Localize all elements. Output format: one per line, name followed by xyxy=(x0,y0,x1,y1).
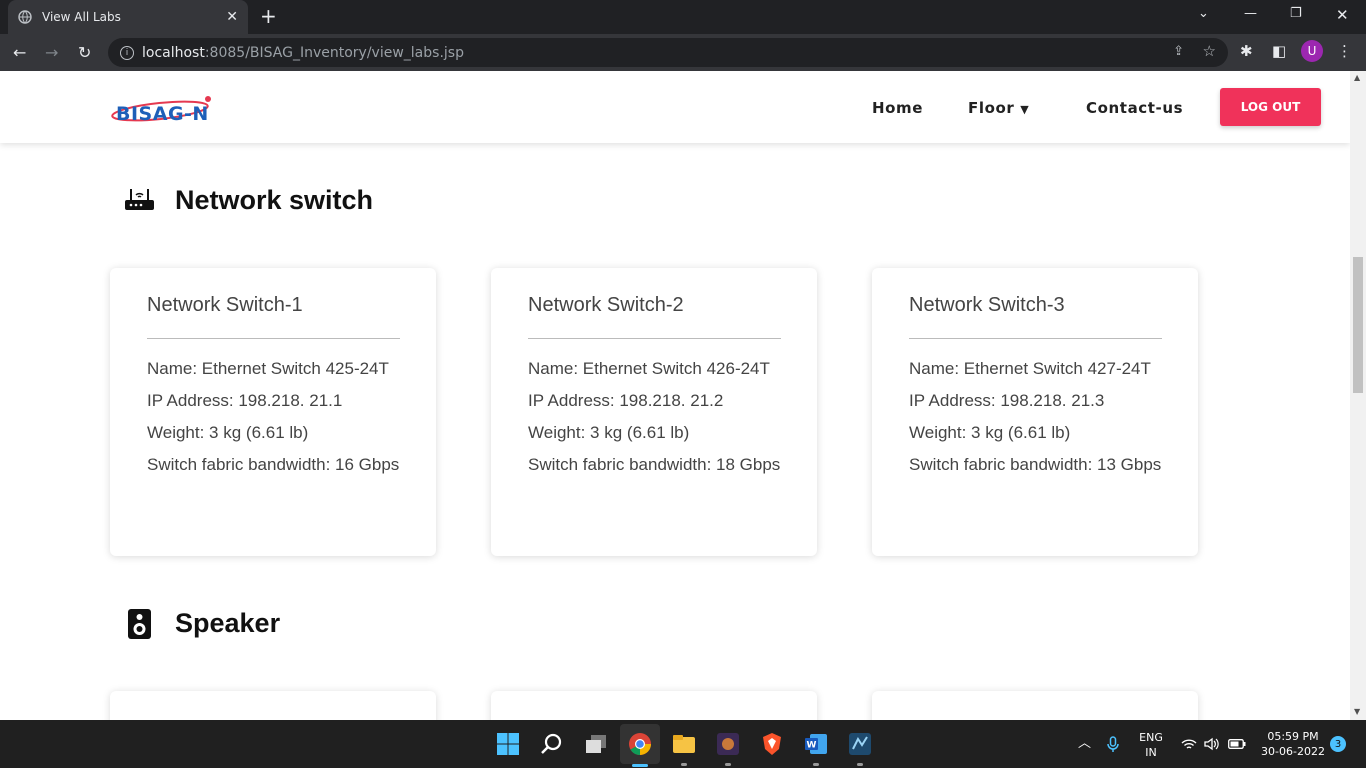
battery-icon[interactable] xyxy=(1228,739,1246,749)
notification-badge[interactable]: 3 xyxy=(1330,736,1346,752)
nav-floor-label: Floor xyxy=(968,99,1015,117)
close-tab-icon[interactable]: ✕ xyxy=(226,9,238,25)
speaker-card-1 xyxy=(110,691,436,720)
windows-taskbar: W ︿ ENG IN 05:59 PM 30-06-2022 3 xyxy=(0,720,1366,768)
card-name: Name: Ethernet Switch 425-24T xyxy=(147,359,389,378)
card-title: Network Switch-2 xyxy=(528,294,684,316)
file-explorer-icon[interactable] xyxy=(672,732,696,756)
nav-home-link[interactable]: Home xyxy=(872,99,923,117)
card-title: Network Switch-3 xyxy=(909,294,1065,316)
search-icon[interactable] xyxy=(540,732,564,756)
network-switch-card-3: Network Switch-3 Name: Ethernet Switch 4… xyxy=(872,268,1198,556)
card-divider xyxy=(909,338,1162,339)
volume-icon[interactable] xyxy=(1204,737,1219,751)
running-indicator xyxy=(857,763,863,766)
back-icon[interactable]: ← xyxy=(13,43,26,62)
reload-icon[interactable]: ↻ xyxy=(78,43,91,62)
clock-time: 05:59 PM xyxy=(1267,730,1319,743)
card-ip: IP Address: 198.218. 21.1 xyxy=(147,391,343,410)
card-ip: IP Address: 198.218. 21.2 xyxy=(528,391,724,410)
url-path: :8085/BISAG_Inventory/view_labs.jsp xyxy=(204,44,464,61)
extensions-icon[interactable]: ✱ xyxy=(1240,42,1253,60)
tab-title: View All Labs xyxy=(42,10,121,24)
card-weight: Weight: 3 kg (6.61 lb) xyxy=(147,423,309,442)
language-code: ENG xyxy=(1139,731,1163,744)
side-panel-icon[interactable]: ◧ xyxy=(1272,42,1286,60)
windows-start-icon[interactable] xyxy=(496,732,520,756)
microphone-icon[interactable] xyxy=(1107,736,1119,753)
maximize-icon[interactable]: ❐ xyxy=(1290,6,1302,21)
network-switch-card-2: Network Switch-2 Name: Ethernet Switch 4… xyxy=(491,268,817,556)
word-icon[interactable]: W xyxy=(804,732,828,756)
speaker-card-3 xyxy=(872,691,1198,720)
running-indicator xyxy=(681,763,687,766)
globe-icon xyxy=(18,10,32,24)
browser-tab[interactable]: View All Labs ✕ xyxy=(8,0,248,34)
card-divider xyxy=(147,338,400,339)
scroll-up-icon[interactable]: ▲ xyxy=(1354,73,1360,82)
running-indicator xyxy=(813,763,819,766)
mysql-workbench-icon[interactable] xyxy=(848,732,872,756)
address-bar-row: ← → ↻ i localhost:8085/BISAG_Inventory/v… xyxy=(0,34,1366,71)
language-region: IN xyxy=(1145,746,1157,759)
card-title: Network Switch-1 xyxy=(147,294,303,316)
menu-kebab-icon[interactable]: ⋮ xyxy=(1337,42,1352,60)
chrome-icon[interactable] xyxy=(628,732,652,756)
game-app-icon[interactable] xyxy=(716,732,740,756)
site-info-icon[interactable]: i xyxy=(120,45,134,60)
clock[interactable]: 05:59 PM 30-06-2022 xyxy=(1258,729,1328,759)
card-bandwidth: Switch fabric bandwidth: 18 Gbps xyxy=(528,455,781,474)
page-viewport: BISAG-N Home Floor ▼ Contact-us LOG OUT … xyxy=(0,71,1350,720)
share-icon[interactable]: ⇪ xyxy=(1173,44,1184,59)
card-weight: Weight: 3 kg (6.61 lb) xyxy=(909,423,1071,442)
speaker-icon xyxy=(128,609,151,639)
network-switch-card-1: Network Switch-1 Name: Ethernet Switch 4… xyxy=(110,268,436,556)
active-indicator xyxy=(632,764,648,767)
caret-down-icon: ▼ xyxy=(1020,103,1030,116)
minimize-icon[interactable]: — xyxy=(1244,6,1257,21)
profile-avatar[interactable]: U xyxy=(1301,40,1323,62)
brave-browser-icon[interactable] xyxy=(760,732,784,756)
bookmark-star-icon[interactable]: ☆ xyxy=(1203,42,1216,60)
bisag-logo[interactable]: BISAG-N xyxy=(110,93,220,127)
forward-icon[interactable]: → xyxy=(45,43,58,62)
tray-chevron-up-icon[interactable]: ︿ xyxy=(1078,736,1091,751)
card-bandwidth: Switch fabric bandwidth: 16 Gbps xyxy=(147,455,400,474)
card-ip: IP Address: 198.218. 21.3 xyxy=(909,391,1105,410)
card-divider xyxy=(528,338,781,339)
site-navbar: BISAG-N Home Floor ▼ Contact-us LOG OUT xyxy=(0,71,1350,143)
section-title-speaker: Speaker xyxy=(175,608,281,638)
url-input[interactable]: i localhost:8085/BISAG_Inventory/view_la… xyxy=(108,38,1228,67)
nav-contact-link[interactable]: Contact-us xyxy=(1086,99,1183,117)
task-view-icon[interactable] xyxy=(584,732,608,756)
wifi-icon[interactable] xyxy=(1181,738,1197,751)
router-icon xyxy=(125,189,154,210)
logo-text: BISAG-N xyxy=(116,103,209,125)
card-bandwidth: Switch fabric bandwidth: 13 Gbps xyxy=(909,455,1162,474)
card-name: Name: Ethernet Switch 426-24T xyxy=(528,359,770,378)
close-window-icon[interactable]: ✕ xyxy=(1336,6,1349,24)
svg-text:W: W xyxy=(807,741,817,751)
clock-date: 30-06-2022 xyxy=(1261,745,1325,758)
browser-tab-strip: View All Labs ✕ + ⌄ — ❐ ✕ xyxy=(0,0,1366,34)
scroll-down-icon[interactable]: ▼ xyxy=(1354,707,1360,716)
logout-button[interactable]: LOG OUT xyxy=(1220,88,1321,126)
card-name: Name: Ethernet Switch 427-24T xyxy=(909,359,1151,378)
new-tab-icon[interactable]: + xyxy=(260,6,277,26)
running-indicator xyxy=(725,763,731,766)
language-indicator[interactable]: ENG IN xyxy=(1138,730,1164,760)
scrollbar-thumb[interactable] xyxy=(1353,257,1363,393)
page-scrollbar[interactable]: ▲ ▼ xyxy=(1350,71,1366,720)
url-host: localhost xyxy=(142,44,205,61)
card-weight: Weight: 3 kg (6.61 lb) xyxy=(528,423,690,442)
section-title-network: Network switch xyxy=(175,185,374,215)
tab-search-icon[interactable]: ⌄ xyxy=(1198,6,1209,21)
nav-floor-dropdown[interactable]: Floor ▼ xyxy=(968,99,1029,117)
speaker-card-2 xyxy=(491,691,817,720)
